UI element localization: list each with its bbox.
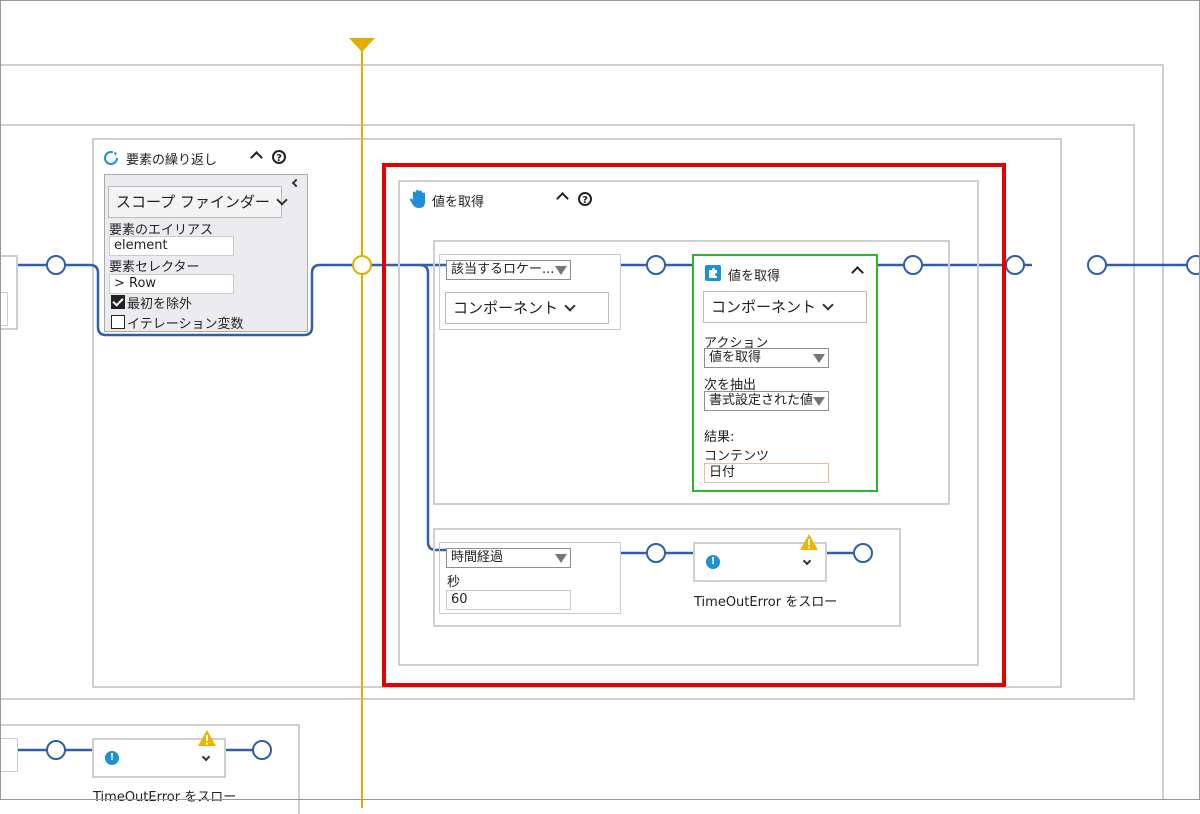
hand-icon (409, 189, 427, 209)
timeline-line (361, 48, 363, 808)
extract-select-label: 書式設定された値 (709, 393, 814, 408)
content-input[interactable]: 日付 (704, 463, 829, 483)
extract-select[interactable]: 書式設定された値 (704, 391, 829, 411)
puzzle-icon (704, 264, 722, 282)
result-label: 結果: (704, 430, 735, 445)
component-button-label: コンポーネント (453, 299, 559, 317)
help-icon[interactable]: ? (578, 192, 592, 206)
dropdown-arrow-icon (813, 354, 825, 363)
action-select-label: 値を取得 (709, 350, 762, 365)
timeout-select-label: 時間経過 (451, 550, 504, 565)
scope-finder-label: スコープ ファインダー (116, 193, 270, 211)
chevron-down-icon (564, 300, 576, 312)
warning-icon (197, 729, 217, 747)
locator-select-label: 該当するロケー... (451, 262, 555, 277)
component-button-label: コンポーネント (711, 298, 817, 316)
help-icon[interactable]: ? (272, 150, 286, 164)
selector-label: 要素セレクター (109, 260, 200, 275)
selector-input[interactable]: > Row (109, 274, 234, 294)
content-label: コンテンツ (704, 449, 770, 464)
locator-select[interactable]: 該当するロケー... (446, 260, 571, 280)
alias-input[interactable]: element (109, 236, 234, 256)
timeline-connector-node[interactable] (352, 255, 372, 275)
throw-error-label: TimeOutError をスロー (93, 790, 237, 805)
component-button[interactable]: コンポーネント (445, 292, 609, 324)
connector-node[interactable] (46, 255, 66, 275)
dropdown-arrow-icon (555, 554, 567, 563)
chevron-down-icon (822, 299, 834, 311)
loop-icon (103, 150, 119, 166)
timeline-marker[interactable] (349, 38, 375, 52)
dropdown-arrow-icon (813, 397, 825, 406)
seconds-input[interactable]: 60 (446, 590, 571, 610)
left-stub-input (0, 292, 8, 326)
dropdown-arrow-icon (555, 266, 567, 275)
scope-finder-dropdown[interactable]: スコープ ファインダー (108, 186, 288, 218)
loop-block-title: 要素の繰り返し (126, 153, 218, 168)
connector-node[interactable] (1186, 255, 1200, 275)
component-block-title: 値を取得 (728, 269, 781, 284)
timeout-select[interactable]: 時間経過 (446, 548, 571, 568)
connector-node[interactable] (46, 740, 66, 760)
iteration-var-checkbox[interactable] (111, 315, 125, 329)
bottom-stub-input (0, 738, 18, 772)
throw-error-label: TimeOutError をスロー (694, 595, 838, 610)
connector-node[interactable] (1087, 255, 1107, 275)
action-select[interactable]: 値を取得 (704, 348, 829, 368)
chevron-down-icon (276, 194, 288, 206)
error-info-icon: ! (706, 555, 720, 569)
connector-node[interactable] (252, 740, 272, 760)
warning-icon (799, 533, 819, 551)
get-value-block-title: 値を取得 (432, 195, 485, 210)
connector-node[interactable] (1005, 255, 1025, 275)
error-info-icon: ! (105, 751, 119, 765)
iteration-var-label: イテレーション変数 (127, 317, 244, 332)
exclude-first-checkbox[interactable] (111, 295, 125, 309)
seconds-label: 秒 (447, 575, 461, 590)
component-button[interactable]: コンポーネント (703, 291, 867, 323)
exclude-first-label: 最初を除外 (127, 297, 193, 312)
